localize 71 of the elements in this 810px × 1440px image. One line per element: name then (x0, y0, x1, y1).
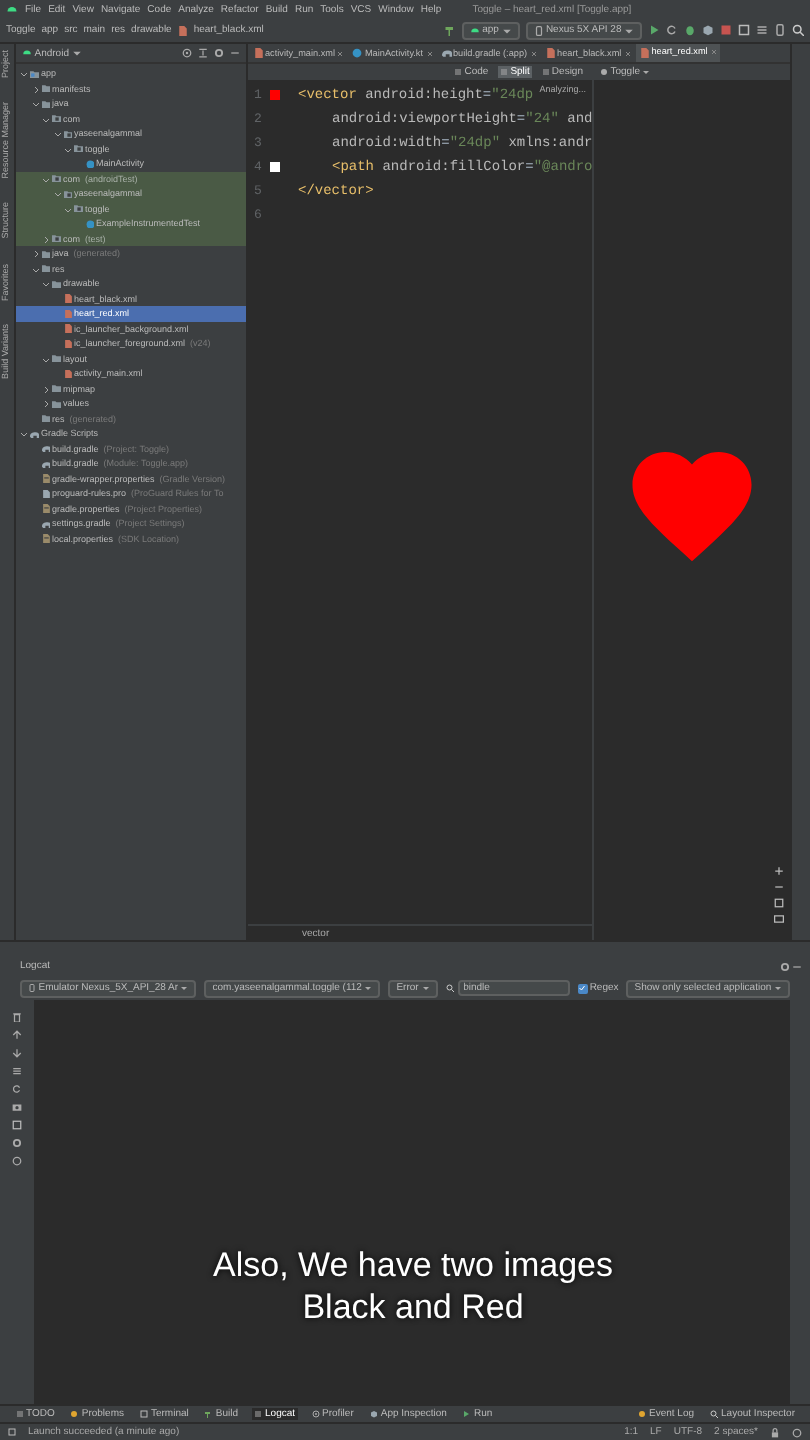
android-icon (469, 25, 480, 35)
hammer-icon (443, 24, 456, 36)
file-icon (41, 489, 50, 499)
zoom-out-icon (774, 882, 784, 892)
caret-icon (501, 25, 512, 35)
minimize-icon (230, 48, 240, 58)
square-icon (738, 24, 750, 36)
target-icon (182, 48, 192, 58)
file-icon (41, 504, 50, 514)
square-icon (12, 1120, 22, 1130)
settings-icon (12, 1138, 22, 1148)
search-icon (445, 984, 454, 992)
folder-icon (52, 114, 61, 124)
folder-icon (52, 174, 61, 184)
folder-icon (30, 69, 39, 79)
arrow-up-icon (12, 1030, 22, 1040)
minimize-icon (792, 961, 802, 971)
search-icon (710, 1410, 719, 1418)
caption: Also, We have two images Black and Red (211, 1243, 615, 1328)
folder-icon (74, 144, 83, 154)
elephant-icon (41, 519, 50, 529)
close-icon (425, 49, 433, 57)
search-icon (792, 24, 804, 36)
caret-icon (642, 68, 651, 76)
camera-icon (12, 1102, 22, 1112)
folder-icon (63, 129, 72, 139)
palette-icon (600, 68, 608, 76)
play-icon (648, 24, 660, 36)
status-icon (638, 1410, 646, 1418)
file-icon (41, 534, 50, 544)
file-icon (639, 47, 650, 57)
caret-icon (624, 25, 634, 35)
android-icon (6, 3, 18, 15)
status-icon (70, 1410, 79, 1418)
file-icon (253, 48, 263, 58)
hammer-icon (204, 1410, 213, 1418)
file-icon (63, 369, 72, 379)
arrow-down-icon (12, 1048, 22, 1058)
lock-icon (770, 1427, 780, 1437)
settings-icon (214, 48, 224, 58)
file-icon (177, 25, 188, 35)
class-icon (352, 48, 363, 58)
zoom-in-icon (774, 866, 784, 876)
restart-icon (666, 24, 678, 36)
class-icon (85, 219, 94, 229)
elephant-icon (441, 48, 451, 58)
settings-icon (779, 961, 790, 971)
cube-icon (702, 24, 714, 36)
phone-icon (533, 25, 544, 35)
file-icon (545, 48, 556, 58)
square-icon (774, 898, 784, 908)
phone-icon (774, 24, 786, 36)
trash-icon (12, 1012, 22, 1022)
collapse-icon (198, 48, 208, 58)
class-icon (85, 159, 94, 169)
caret-icon (71, 48, 82, 58)
stop-icon (720, 24, 732, 36)
target-icon (311, 1410, 320, 1418)
square-icon (139, 1410, 148, 1418)
phone-icon (28, 984, 36, 992)
folder-icon (52, 234, 61, 244)
folder-icon (74, 204, 83, 214)
cube-icon (369, 1410, 378, 1418)
android-icon (22, 48, 32, 58)
folder-icon (52, 354, 61, 364)
folder-icon (63, 189, 72, 199)
file-icon (41, 474, 50, 484)
square-icon (8, 1428, 16, 1436)
checkmark-icon (578, 984, 587, 992)
restart-icon (12, 1084, 22, 1094)
fit-screen-icon (774, 914, 784, 924)
